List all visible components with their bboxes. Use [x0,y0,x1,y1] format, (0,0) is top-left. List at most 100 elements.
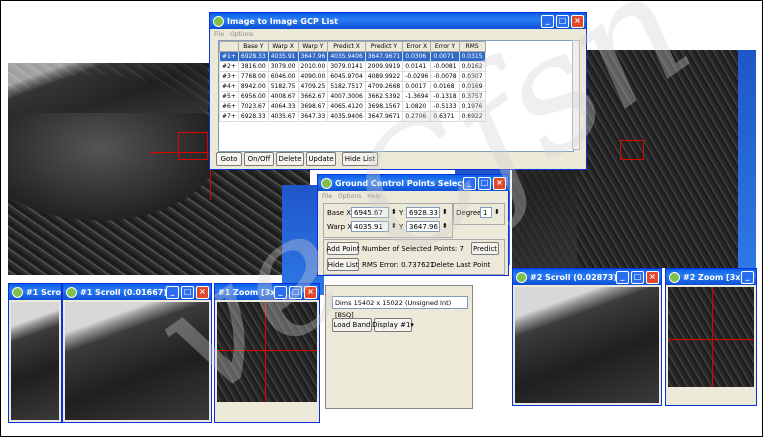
table-row[interactable]: #4+ 8942.00 5182.75 4709.25 5182.7517 4709.26… [219,81,486,92]
menu-file[interactable]: File [322,193,332,200]
delete-button[interactable]: Delete [276,152,304,166]
table-cell[interactable]: 0.6922 [458,111,486,122]
add-point-button[interactable]: Add Point [326,242,360,255]
column-header[interactable]: Warp X [267,41,299,52]
goto-button[interactable]: Goto [216,152,242,166]
maximize-icon[interactable]: □ [556,14,569,28]
table-cell[interactable]: -0.1318 [430,91,460,102]
table-cell[interactable]: 3647.96 [297,51,329,62]
load-band-button[interactable]: Load Band [332,318,372,332]
table-cell[interactable]: 3647.9671 [364,111,404,122]
table-cell[interactable]: 4064.33 [267,101,299,112]
minimize-icon[interactable]: _ [463,176,476,190]
table-cell[interactable]: 6045.9704 [327,71,366,82]
table-cell[interactable]: 5182.75 [267,81,299,92]
table-cell[interactable]: 4709.25 [297,81,329,92]
table-cell[interactable]: 0.2706 [402,111,432,122]
table-cell[interactable]: 4035.67 [267,111,299,122]
base-y-spin-icon[interactable]: ⬍ [442,208,448,216]
delete-last-point[interactable]: Delete Last Point [431,261,490,269]
image2-zoom-titlebar[interactable]: #2 Zoom [3x] _ [666,269,756,285]
close-icon[interactable]: × [571,14,584,28]
gcp-selection-titlebar[interactable]: Ground Control Points Selection _ □ × [318,175,508,191]
table-cell[interactable]: 4089.9922 [364,71,404,82]
table-cell[interactable]: -0.0296 [402,71,432,82]
degree-input[interactable]: 1 [480,207,492,218]
gcp-table[interactable]: Base Y Warp X Warp Y Predict X Predict Y Erro… [218,40,574,152]
gcp-selection-window[interactable]: Ground Control Points Selection _ □ × Fi… [317,174,509,276]
warp-y-input[interactable]: 3647.96 [406,221,440,232]
table-cell[interactable]: 4035.9406 [327,51,366,62]
gcp-list-titlebar[interactable]: Image to Image GCP List _ □ × [210,13,586,29]
menu-options[interactable]: Options [338,193,361,200]
image2-scroll-titlebar[interactable]: #2 Scroll (0.02873) _ □ × [513,269,661,285]
table-cell[interactable]: -0.0078 [430,71,460,82]
row-label[interactable]: #2+ [219,61,239,72]
row-label[interactable]: #1+ [219,51,239,62]
image2-zoom-view[interactable] [668,287,754,387]
base-y-input[interactable]: 6928.33 [406,207,440,218]
table-row[interactable]: #6+ 7023.67 4064.33 3698.67 4065.4120 3698.15… [219,101,486,112]
warp-x-spin-icon[interactable]: ⬍ [391,222,397,230]
image1-scroll-small-view[interactable] [11,302,59,420]
update-button[interactable]: Update [306,152,336,166]
table-cell[interactable]: 3079.00 [267,61,299,72]
table-cell[interactable]: -0.5133 [430,101,460,112]
minimize-icon[interactable]: _ [274,285,287,299]
image1-scroll-small-window[interactable]: #1 Scroll [8,283,62,423]
table-cell[interactable]: 4090.00 [297,71,329,82]
row-label[interactable]: #3+ [219,71,239,82]
gcp-list-window[interactable]: Image to Image GCP List _ □ × File Optio… [209,12,587,170]
image1-scroll-titlebar[interactable]: #1 Scroll (0.01667) _ □ × [63,284,211,300]
table-cell[interactable]: 0.0017 [402,81,432,92]
table-cell[interactable]: 7023.67 [237,101,269,112]
maximize-icon[interactable]: □ [631,270,644,284]
table-cell[interactable]: 8942.00 [237,81,269,92]
table-cell[interactable]: 3816.00 [237,61,269,72]
row-label[interactable]: #6+ [219,101,239,112]
menu-options[interactable]: Options [230,31,253,38]
table-cell[interactable]: 3079.0141 [327,61,366,72]
base-x-input[interactable]: 6945.67 [351,207,389,218]
table-row[interactable]: #2+ 3816.00 3079.00 2010.00 3079.0141 2009.99… [219,61,486,72]
table-cell[interactable]: 6046.00 [267,71,299,82]
column-header[interactable]: RMS [458,41,486,52]
warp-y-spin-icon[interactable]: ⬍ [442,222,448,230]
table-row[interactable]: #5+ 6956.00 4008.67 3662.67 4007.3006 3662.53… [219,91,486,102]
table-cell[interactable]: 0.0307 [458,71,486,82]
table-row[interactable]: #1+ 6928.33 4035.91 3647.96 4035.9406 3647.96… [219,51,486,62]
warp-x-input[interactable]: 4035.91 [351,221,389,232]
table-cell[interactable]: 2010.00 [297,61,329,72]
image2-zoom-window[interactable]: #2 Zoom [3x] _ [665,268,757,406]
onoff-button[interactable]: On/Off [244,152,274,166]
table-cell[interactable]: 0.1976 [458,101,486,112]
hide-list-button[interactable]: Hide List [327,258,359,271]
table-cell[interactable]: 3698.1567 [364,101,404,112]
table-cell[interactable]: 3698.67 [297,101,329,112]
image1-scroll-small-titlebar[interactable]: #1 Scroll [9,284,61,300]
table-cell[interactable]: 0.0169 [458,81,486,92]
column-header[interactable]: Error X [402,41,432,52]
table-cell[interactable]: 2009.9919 [364,61,404,72]
maximize-icon[interactable]: □ [181,285,194,299]
menu-file[interactable]: File [214,31,224,38]
minimize-icon[interactable]: _ [616,270,629,284]
table-cell[interactable]: 6928.33 [237,51,269,62]
column-header[interactable]: Predict X [327,41,366,52]
table-cell[interactable]: 4035.91 [267,51,299,62]
table-row[interactable]: #7+ 6928.33 4035.67 3647.33 4035.9406 3647.96… [219,111,486,122]
maximize-icon[interactable]: □ [478,176,491,190]
table-cell[interactable]: 3647.33 [297,111,329,122]
table-cell[interactable]: 4007.3006 [327,91,366,102]
table-cell[interactable]: 4035.9406 [327,111,366,122]
maximize-icon[interactable]: □ [289,285,302,299]
column-header[interactable]: Warp Y [297,41,329,52]
vertical-scrollbar[interactable] [572,40,580,150]
predict-button[interactable]: Predict [471,242,499,255]
column-header[interactable]: Predict Y [364,41,404,52]
close-icon[interactable]: × [196,285,209,299]
table-cell[interactable]: 1.0820 [402,101,432,112]
table-cell[interactable]: 0.6371 [430,111,460,122]
minimize-icon[interactable]: _ [166,285,179,299]
hide-list-button[interactable]: Hide List [342,152,378,166]
